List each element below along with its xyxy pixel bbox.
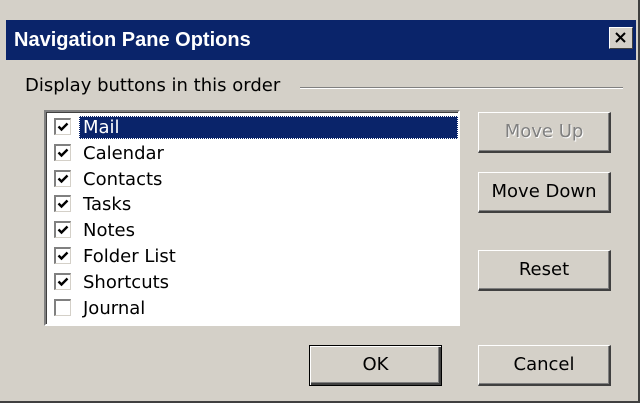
item-checkbox[interactable] (54, 247, 71, 264)
checkmark-icon (57, 122, 69, 132)
item-label: Contacts (83, 168, 163, 190)
list-item[interactable]: Shortcuts (50, 270, 458, 295)
cancel-button[interactable]: Cancel (478, 345, 611, 386)
item-label: Folder List (83, 246, 176, 267)
close-icon (615, 32, 626, 43)
title-bar[interactable]: Navigation Pane Options (6, 20, 636, 60)
reset-button[interactable]: Reset (478, 250, 611, 291)
item-label: Tasks (83, 194, 132, 216)
checkmark-icon (57, 174, 69, 183)
item-label: Calendar (83, 142, 164, 164)
item-label: Notes (83, 220, 135, 242)
list-item[interactable]: Folder List (50, 244, 458, 269)
item-label: Mail (83, 117, 120, 138)
ok-button[interactable]: OK (309, 345, 442, 386)
move-up-button[interactable]: Move Up (478, 112, 611, 153)
close-button[interactable] (609, 27, 633, 49)
group-label: Display buttons in this order (25, 75, 291, 96)
item-checkbox[interactable] (54, 169, 71, 187)
item-label: Shortcuts (83, 271, 170, 293)
move-down-button[interactable]: Move Down (478, 172, 611, 213)
checkmark-icon (57, 251, 69, 261)
selection-highlight (79, 116, 458, 139)
item-checkbox[interactable] (54, 143, 71, 161)
list-item[interactable]: Tasks (50, 192, 458, 217)
item-label: Journal (83, 297, 146, 319)
item-checkbox[interactable] (54, 298, 71, 316)
list-item[interactable]: Calendar (50, 141, 458, 166)
item-checkbox[interactable] (54, 118, 71, 135)
checkmark-icon (57, 200, 69, 209)
item-checkbox[interactable] (54, 221, 71, 239)
item-checkbox[interactable] (54, 195, 71, 213)
group-divider (300, 87, 623, 89)
item-checkbox[interactable] (54, 272, 71, 290)
navigation-pane-options-dialog: Navigation Pane Options Display buttons … (0, 0, 640, 403)
checkmark-icon (57, 225, 69, 235)
list-item[interactable]: Mail (50, 115, 458, 140)
list-item[interactable]: Notes (50, 218, 458, 243)
button-order-list[interactable]: Mail Calendar Contacts Tasks Notes Folder Lis… (44, 110, 460, 326)
checkmark-icon (57, 148, 69, 157)
list-item[interactable]: Journal (50, 296, 458, 321)
checkmark-icon (57, 277, 69, 286)
dialog-title: Navigation Pane Options (14, 29, 251, 51)
list-item[interactable]: Contacts (50, 167, 458, 192)
